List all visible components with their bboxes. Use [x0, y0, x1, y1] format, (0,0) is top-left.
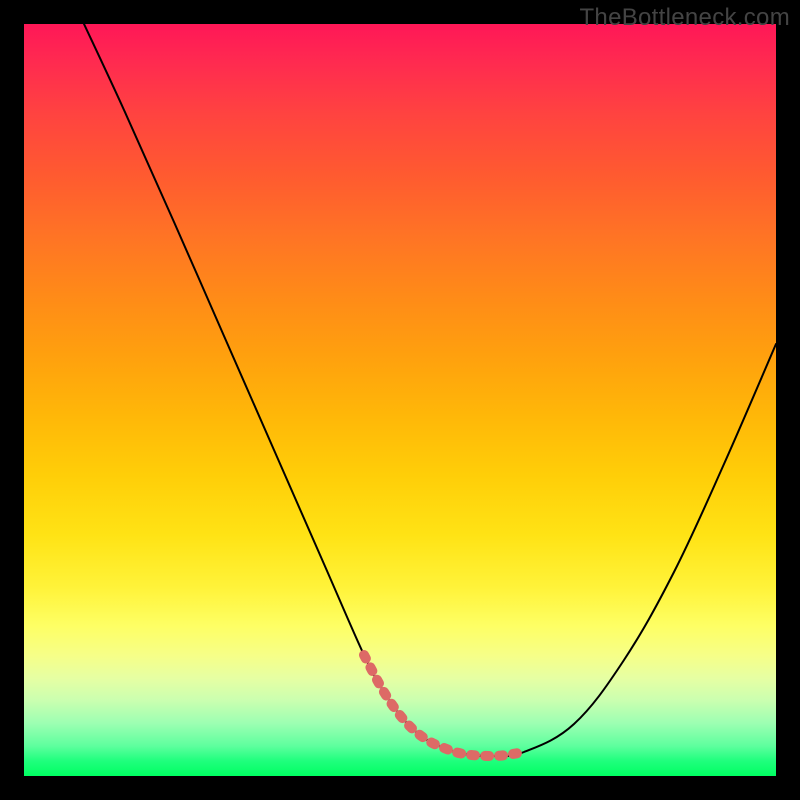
highlight-band: [364, 655, 519, 756]
plot-area: [24, 24, 776, 776]
bottleneck-curve: [84, 24, 776, 756]
curve-layer: [24, 24, 776, 776]
watermark-text: TheBottleneck.com: [579, 4, 790, 32]
chart-container: TheBottleneck.com: [0, 0, 800, 800]
